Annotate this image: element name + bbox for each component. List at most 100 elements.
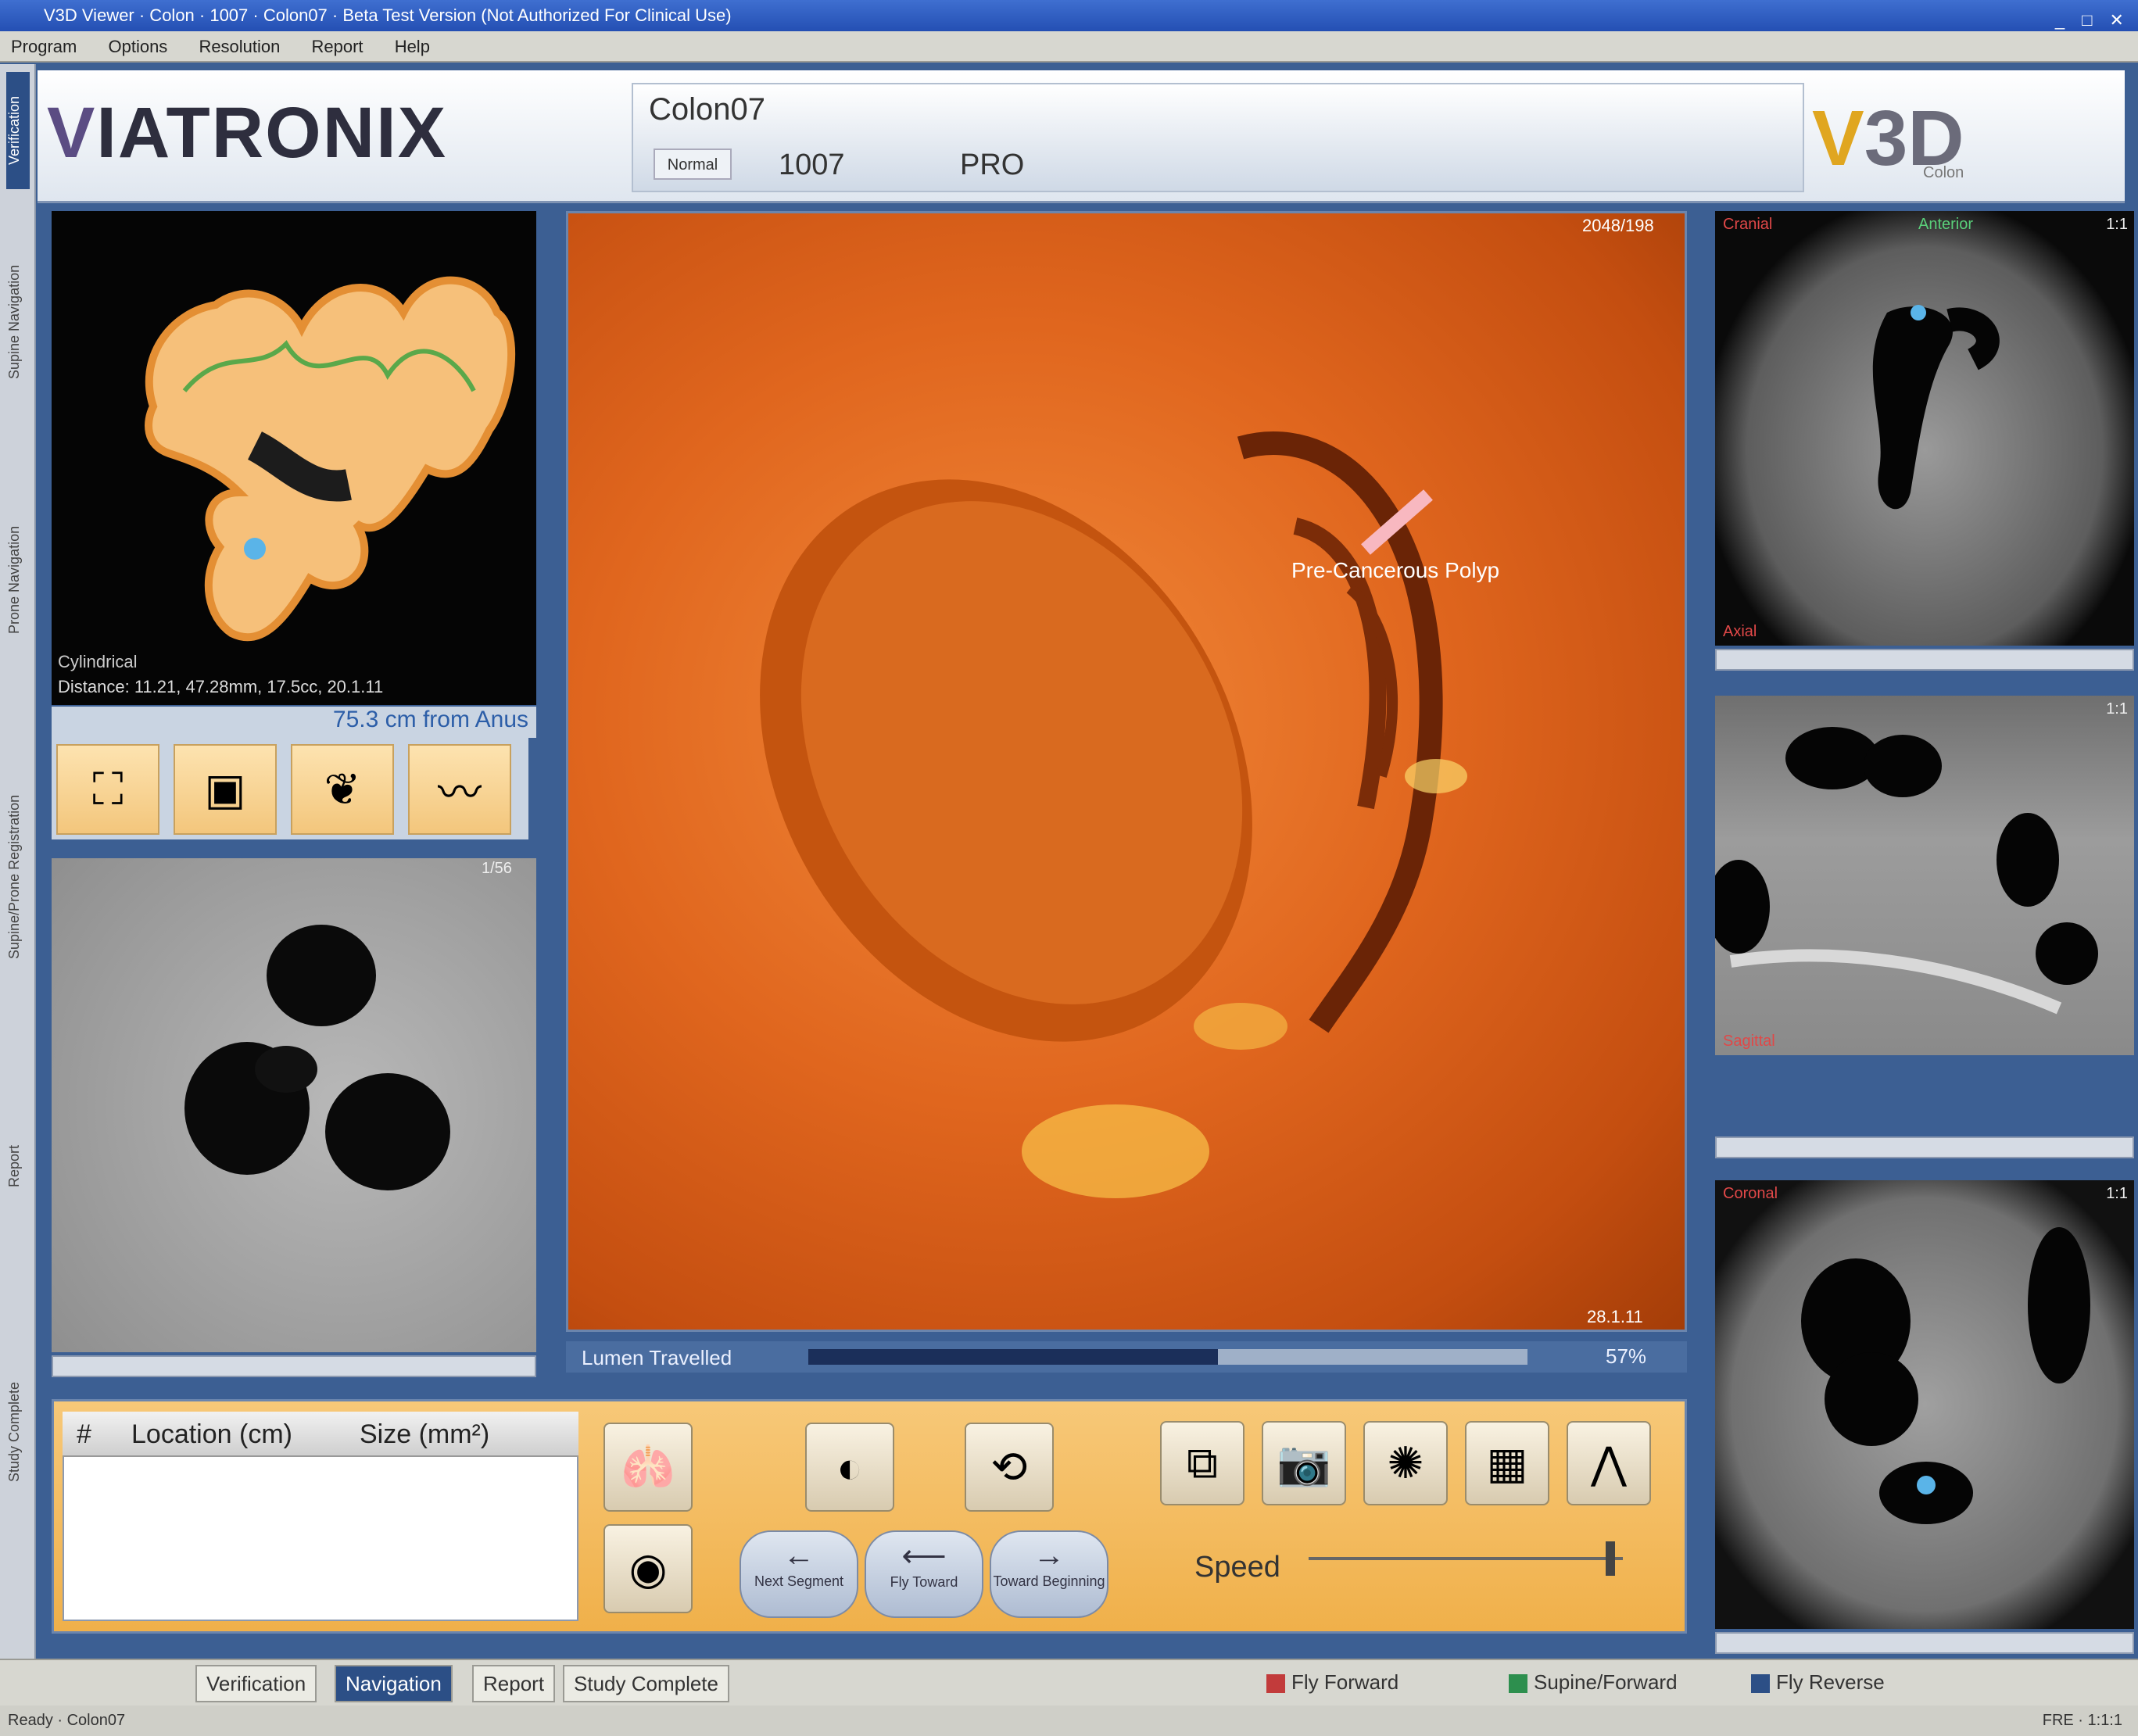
colon-overview-view[interactable] (52, 211, 536, 705)
tab-study-complete[interactable]: Study Complete (563, 1665, 729, 1702)
flythrough-icon: ⟲ (990, 1442, 1028, 1491)
legend-fly-forward: Fly Forward (1266, 1665, 1398, 1699)
sagittal-scrollbar[interactable] (1715, 1136, 2134, 1158)
view-coordinates: 28.1.11 (1587, 1307, 1643, 1326)
menu-report[interactable]: Report (312, 37, 363, 56)
thumbnail-segmented[interactable]: ❦ (291, 744, 394, 835)
legend-swatch (1266, 1674, 1285, 1694)
status-right: FRE · 1:1:1 (2042, 1712, 2122, 1729)
axial-label-anterior: Anterior (1918, 216, 1974, 233)
menu-resolution[interactable]: Resolution (199, 37, 280, 56)
workflow-side-tabs: Verification Supine Navigation Prone Nav… (0, 64, 36, 1666)
colormap-icon: ✺ (1387, 1438, 1424, 1487)
tab-navigation[interactable]: Navigation (335, 1665, 453, 1702)
study-number: 1007 (779, 149, 845, 181)
tab-normal[interactable]: Normal (654, 149, 732, 180)
side-tab-prone-navigation[interactable]: Prone Navigation (6, 455, 30, 705)
speed-label: Speed (1194, 1551, 1280, 1584)
sagittal-slice-view[interactable]: 1:1 Sagittal (1707, 696, 2134, 1055)
arrow-left-icon: ← (783, 1538, 815, 1573)
findings-col-index[interactable]: # (77, 1419, 91, 1450)
axial-label-cranial: Cranial (1723, 216, 1773, 233)
coronal-zoom: 1:1 (2106, 1185, 2128, 1202)
coronal-slice-view[interactable]: Coronal 1:1 (1715, 1180, 2134, 1629)
fly-toward-button[interactable]: ⟵ Fly Toward (865, 1530, 983, 1618)
coronal-label: Coronal (1723, 1185, 1778, 1202)
orbit-icon: ⋀ (1591, 1438, 1627, 1487)
side-tab-study-complete[interactable]: Study Complete (6, 1291, 30, 1573)
sagittal-label: Sagittal (1723, 1033, 1775, 1050)
lens-icon: ◉ (629, 1544, 668, 1593)
side-tab-verification[interactable]: Verification (6, 72, 30, 189)
side-tab-report[interactable]: Report (6, 1049, 30, 1283)
segment-icon: ◐ (836, 1442, 863, 1492)
arrow-right-icon: → (1033, 1538, 1065, 1573)
thumbnail-overview[interactable]: ⛶ (56, 744, 159, 835)
thumbnail-path[interactable]: 〰 (408, 744, 511, 835)
status-bar: Ready · Colon07 FRE · 1:1:1 (0, 1706, 2138, 1736)
ct-slice-view-left[interactable] (52, 858, 536, 1352)
colon-map-icon: ⛶ (92, 764, 124, 814)
axial-slice-view[interactable]: Cranial Anterior 1:1 Axial (1715, 211, 2134, 646)
thumbnail-translucent[interactable]: ▣ (174, 744, 277, 835)
overview-thumbnail-strip: ⛶ ▣ ❦ 〰 (52, 738, 528, 839)
colon-3d-button[interactable]: 🫁 (603, 1423, 693, 1512)
colon-overview-image (145, 276, 516, 642)
side-tab-supine-navigation[interactable]: Supine Navigation (6, 197, 30, 447)
progress-label: Lumen Travelled (582, 1346, 732, 1369)
viatronix-logo: VIATRONIX (47, 93, 448, 173)
slice-number: 1/56 (482, 860, 512, 877)
sagittal-zoom: 1:1 (2106, 700, 2128, 718)
overview-measurement-info: Distance: 11.21, 47.28mm, 17.5cc, 20.1.1… (58, 677, 384, 696)
legend-swatch (1509, 1674, 1527, 1694)
path-icon: 〰 (438, 768, 482, 818)
lens-button[interactable]: ◉ (603, 1524, 693, 1613)
menu-help[interactable]: Help (395, 37, 430, 56)
colormap-button[interactable]: ✺ (1363, 1421, 1448, 1505)
landmark-button[interactable]: ▦ (1465, 1421, 1549, 1505)
arrow-left-long-icon: ⟵ (901, 1539, 947, 1573)
toward-beginning-button[interactable]: → Toward Beginning (990, 1530, 1108, 1618)
findings-col-size[interactable]: Size (mm²) (360, 1419, 489, 1450)
colon-outline-icon: ❦ (324, 764, 361, 814)
endoluminal-image (760, 431, 1467, 1198)
tab-report[interactable]: Report (472, 1665, 556, 1702)
progress-fill (808, 1349, 1219, 1365)
overview-projection-label: Cylindrical (58, 652, 138, 671)
cad-finding-label: Pre-Cancerous Polyp (1291, 558, 1500, 582)
next-segment-label: Next Segment (754, 1573, 844, 1589)
snapshot-icon: ⧉ (1187, 1437, 1218, 1487)
coronal-slice-image (1801, 1227, 2090, 1524)
frame-counter: 2048/198 (1582, 216, 1654, 235)
camera-icon: 📷 (1277, 1438, 1331, 1487)
axial-label: Axial (1723, 623, 1757, 640)
orbit-button[interactable]: ⋀ (1567, 1421, 1651, 1505)
coronal-scrollbar[interactable] (1715, 1632, 2134, 1654)
axial-zoom: 1:1 (2106, 216, 2128, 233)
axial-scrollbar[interactable] (1715, 649, 2134, 671)
toward-beginning-label: Toward Beginning (993, 1573, 1105, 1589)
overview-position-marker (244, 538, 266, 560)
menu-options[interactable]: Options (108, 37, 167, 56)
v3d-logo-subtitle: Colon (1923, 164, 1964, 181)
patient-position: PRO (960, 149, 1025, 181)
study-title: Colon07 (649, 92, 766, 127)
ct-slice-image (184, 925, 450, 1190)
menu-program[interactable]: Program (11, 37, 77, 56)
endoluminal-3d-view[interactable] (566, 211, 1687, 1332)
camera-button[interactable]: 📷 (1262, 1421, 1346, 1505)
next-segment-button[interactable]: ← Next Segment (740, 1530, 858, 1618)
slice-scrollbar-left[interactable] (52, 1355, 536, 1377)
findings-col-location[interactable]: Location (cm) (131, 1419, 292, 1450)
snapshot-button[interactable]: ⧉ (1160, 1421, 1244, 1505)
status-left: Ready · Colon07 (8, 1712, 126, 1729)
segment-button[interactable]: ◐ (805, 1423, 894, 1512)
axial-slice-image (1872, 305, 2000, 510)
flythrough-button[interactable]: ⟲ (965, 1423, 1054, 1512)
side-tab-registration[interactable]: Supine/Prone Registration (6, 713, 30, 1041)
tab-verification[interactable]: Verification (195, 1665, 317, 1702)
speed-slider-thumb[interactable] (1605, 1541, 1615, 1576)
legend-fly-reverse: Fly Reverse (1751, 1665, 1885, 1699)
speed-slider-track[interactable] (1309, 1557, 1623, 1560)
landmark-icon: ▦ (1486, 1438, 1528, 1487)
